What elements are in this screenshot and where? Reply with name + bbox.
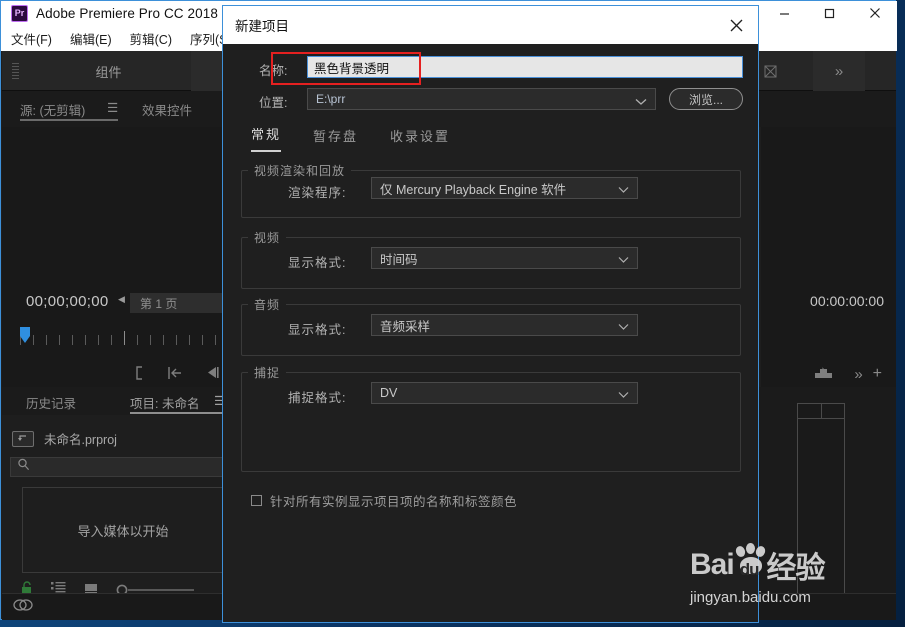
add-button-icon[interactable]: + [873,365,882,383]
audio-display-format-dropdown[interactable]: 音频采样 [371,314,638,336]
tab-history[interactable]: 历史记录 [26,393,76,412]
source-panel-menu-icon[interactable]: ☰ [107,100,118,115]
project-file-row[interactable]: 未命名.prproj [12,429,117,448]
group-capture: 捕捉 [241,364,741,472]
minimize-icon[interactable] [762,1,807,25]
project-name-value: 黑色背景透明 [314,61,390,76]
watermark-url: jingyan.baidu.com [690,589,811,606]
program-monitor-panel: 00:00:00:00 » + [761,127,896,387]
workspace-overflow-icon[interactable]: » [813,51,865,91]
ruler-marker [124,331,125,345]
watermark-brand-left: Bai [690,548,735,581]
watermark-brand: Bai du 经验 [690,543,890,587]
renderer-value: 仅 Mercury Playback Engine 软件 [380,182,567,197]
panel-grip-icon[interactable] [12,63,19,79]
capture-format-value: DV [380,386,398,400]
renderer-dropdown[interactable]: 仅 Mercury Playback Engine 软件 [371,177,638,199]
export-frame-icon[interactable] [814,366,834,383]
tab-scratch-disks[interactable]: 暂存盘 [313,126,358,152]
project-name-input[interactable]: 黑色背景透明 [307,56,743,78]
capture-format-label: 捕捉格式: [288,391,347,405]
watermark-brand-right: 经验 [766,552,825,585]
ruler-ticks [20,335,224,345]
location-value: E:\prr [316,92,346,106]
app-title: Adobe Premiere Pro CC 2018 - [36,5,227,21]
desktop-background: Pr Adobe Premiere Pro CC 2018 - 文件(F) 编辑… [0,0,905,627]
meter-top-line [798,418,844,419]
browse-button-label: 浏览... [688,92,723,107]
dialog-body: 名称: 黑色背景透明 位置: E:\prr 浏览... 常规 暂存盘 收录设置 [223,44,758,622]
location-label: 位置: [259,96,288,110]
playhead-icon[interactable] [20,327,30,343]
dialog-titlebar: 新建项目 [223,6,758,44]
renderer-label: 渲染程序: [288,186,347,200]
browse-button[interactable]: 浏览... [669,88,743,110]
source-time-ruler[interactable] [20,327,224,345]
window-controls [762,1,897,25]
tab-source-underline [20,119,118,121]
new-project-dialog: 新建项目 名称: 黑色背景透明 位置: E:\prr 浏览... 常规 暂存盘 … [222,5,759,623]
more-tools-icon[interactable]: » [854,366,862,383]
source-timecode[interactable]: 00;00;00;00 [26,293,109,310]
dialog-close-icon[interactable] [720,12,752,38]
project-dropzone[interactable]: 导入媒体以开始 [22,487,224,573]
tab-effect-controls[interactable]: 效果控件 [142,100,192,119]
prev-arrow-icon[interactable]: ◀ [118,294,125,305]
chevron-down-icon [618,388,629,402]
source-monitor-panel: 00;00;00;00 ◀ 第 1 页 [2,127,226,387]
project-parent-folder-icon[interactable] [12,430,34,447]
display-project-item-names-checkbox-row[interactable]: 针对所有实例显示项目项的名称和标签颜色 [251,491,517,510]
name-label: 名称: [259,64,288,78]
group-video-rendering-legend: 视频渲染和回放 [254,164,346,178]
source-page-box[interactable]: 第 1 页 [130,293,226,313]
chevron-down-icon [618,320,629,334]
workspace-tab-assembly[interactable]: 组件 [26,51,191,91]
menu-file[interactable]: 文件(F) [11,29,52,48]
project-dropzone-label: 导入媒体以开始 [77,523,169,539]
project-panel: 未命名.prproj 导入媒体以开始 [2,415,240,596]
watermark-brand-du: du [739,560,760,579]
search-icon [17,458,30,476]
menu-edit[interactable]: 编辑(E) [70,29,112,48]
close-icon[interactable] [852,1,897,25]
tab-source[interactable]: 源: (无剪辑) [20,100,85,119]
group-audio-legend: 音频 [254,298,281,312]
dialog-title: 新建项目 [235,19,289,34]
group-capture-legend: 捕捉 [254,366,281,380]
audio-display-format-value: 音频采样 [380,319,431,334]
video-display-format-dropdown[interactable]: 时间码 [371,247,638,269]
source-monitor-toolbar [2,361,224,387]
checkbox-icon[interactable] [251,495,262,506]
project-file-name: 未命名.prproj [44,433,117,447]
program-monitor-toolbar: » + [761,361,896,387]
video-display-format-value: 时间码 [380,252,418,267]
mark-out-icon[interactable] [134,365,145,383]
group-video-legend: 视频 [254,231,281,245]
chevron-down-icon [618,183,629,197]
step-back-icon[interactable] [205,366,221,382]
project-panel-tabrow: 历史记录 项目: 未命名 ☰ [2,387,225,415]
meter-channel-divider [821,404,822,418]
capture-format-dropdown[interactable]: DV [371,382,638,404]
chevron-down-icon [618,253,629,267]
go-to-in-icon[interactable] [167,366,183,383]
maximize-icon[interactable] [807,1,852,25]
dialog-tabs: 常规 暂存盘 收录设置 [251,124,482,152]
creative-cloud-icon[interactable] [12,598,34,617]
tab-project[interactable]: 项目: 未命名 [130,393,199,412]
premiere-logo-icon: Pr [11,4,28,22]
search-input[interactable] [10,457,224,477]
program-timecode[interactable]: 00:00:00:00 [810,293,884,309]
tab-general[interactable]: 常规 [251,124,282,152]
chevron-down-icon [635,95,647,109]
watermark: Bai du 经验 jingyan.baidu.com [690,543,890,617]
tab-ingest-settings[interactable]: 收录设置 [390,126,450,152]
tab-project-underline [130,412,225,414]
checkbox-label: 针对所有实例显示项目项的名称和标签颜色 [270,495,518,509]
menu-clip[interactable]: 剪辑(C) [130,29,172,48]
audio-display-format-label: 显示格式: [288,323,347,337]
location-dropdown[interactable]: E:\prr [307,88,656,110]
video-display-format-label: 显示格式: [288,256,347,270]
